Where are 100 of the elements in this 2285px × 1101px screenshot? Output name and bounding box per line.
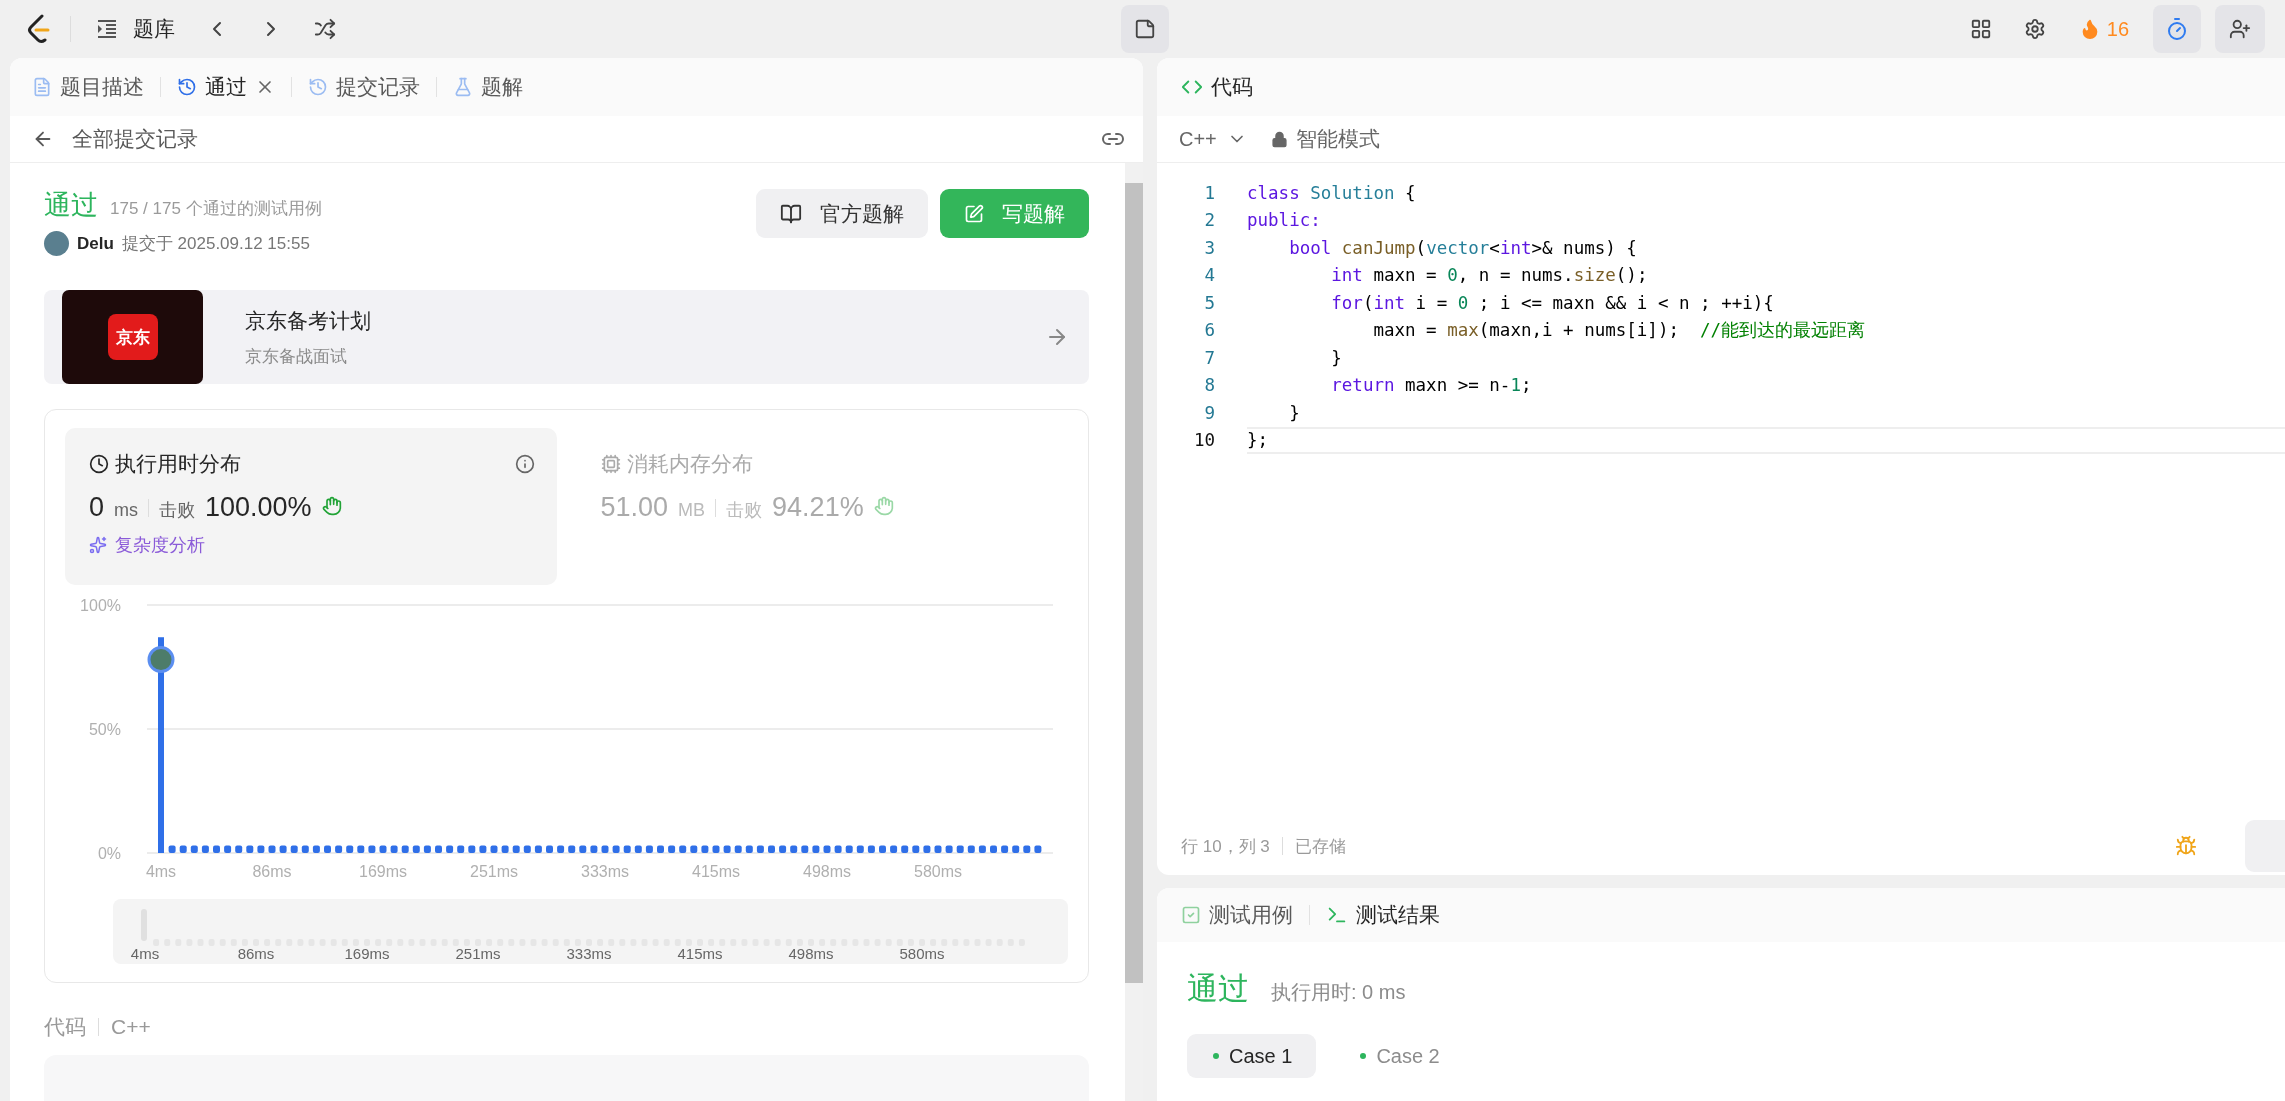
bar xyxy=(534,845,542,853)
promo-card[interactable]: 京东 京东备考计划 京东备战面试 xyxy=(44,290,1089,384)
sparkle-icon xyxy=(89,536,107,554)
bar xyxy=(634,845,642,853)
bar xyxy=(856,845,864,853)
clock-icon xyxy=(89,454,109,474)
stat-unit: MB xyxy=(678,500,706,521)
code-line: } xyxy=(1330,346,1343,370)
panel-tab[interactable]: 题解 xyxy=(449,69,527,105)
bar xyxy=(479,845,487,853)
panel-tab[interactable]: 题目描述 xyxy=(28,69,148,105)
complexity-link[interactable]: 复杂度分析 xyxy=(89,533,205,557)
bar xyxy=(168,845,176,853)
avatar xyxy=(44,231,69,256)
bar xyxy=(912,845,920,853)
info-icon[interactable] xyxy=(514,454,535,474)
code-line: public: xyxy=(1247,209,1322,233)
code-line: int maxn = 0, n = nums.size(); xyxy=(1330,264,1649,288)
save-status: 已存储 xyxy=(1294,835,1346,858)
note-button[interactable] xyxy=(1121,5,1170,53)
logo-icon[interactable] xyxy=(26,14,52,44)
axis-label: 169ms xyxy=(344,945,390,962)
bar xyxy=(812,845,820,853)
stat-value: 51.00 xyxy=(600,492,669,523)
axis-label: 100% xyxy=(80,597,121,614)
test-count: 175 / 175 个通过的测试用例 xyxy=(110,198,322,220)
axis-label: 86ms xyxy=(252,863,292,880)
language-label: C++ xyxy=(111,1015,151,1039)
bar xyxy=(601,845,609,853)
axis-label: 580ms xyxy=(914,863,962,880)
bar xyxy=(190,845,198,853)
pen-icon xyxy=(964,203,984,224)
status-text: 通过 xyxy=(44,189,98,222)
grid-icon xyxy=(1970,18,1992,40)
case-tab[interactable]: Case 1 xyxy=(1187,1034,1317,1078)
bar xyxy=(512,845,520,853)
axis-label: 333ms xyxy=(581,863,629,880)
line-number: 7 xyxy=(1203,347,1215,368)
panel-tab[interactable]: 通过 xyxy=(173,69,279,105)
lock-icon xyxy=(1270,130,1288,148)
flask-icon xyxy=(453,77,473,97)
panel-title: 代码 xyxy=(1211,74,1253,100)
official-solution-button[interactable]: 官方题解 xyxy=(756,189,928,238)
console-tab[interactable]: 测试用例 xyxy=(1177,897,1297,933)
axis-label: 4ms xyxy=(145,863,177,880)
bar xyxy=(224,845,232,853)
axis-label: 333ms xyxy=(566,945,612,962)
beat-percent: 100.00% xyxy=(205,492,312,523)
bar xyxy=(845,845,853,853)
line-number: 10 xyxy=(1192,430,1215,451)
code-line: class Solution { xyxy=(1247,181,1417,205)
stat-title: 消耗内存分布 xyxy=(626,451,754,477)
line-number: 5 xyxy=(1203,292,1215,313)
bar xyxy=(1034,845,1042,853)
language-select[interactable]: C++ xyxy=(1179,127,1247,151)
stat-value: 0 xyxy=(89,492,105,523)
bar xyxy=(523,845,531,853)
axis-label: 498ms xyxy=(788,945,834,962)
logo-badge: 京东 xyxy=(107,314,158,360)
bar xyxy=(423,845,431,853)
code-label: 代码 xyxy=(44,1014,86,1040)
axis-label: 4ms xyxy=(130,945,160,962)
back-link[interactable]: 全部提交记录 xyxy=(32,125,1085,153)
streak-count: 16 xyxy=(2106,17,2130,41)
line-number: 3 xyxy=(1203,237,1215,258)
bar xyxy=(268,845,276,853)
bar xyxy=(435,845,442,853)
bar xyxy=(1012,845,1020,853)
bar xyxy=(834,845,842,853)
add-user-button[interactable] xyxy=(2215,5,2265,53)
stat-tab[interactable]: 执行用时分布 0 ms 击败 100.00% 复杂度分析 xyxy=(65,428,557,585)
bar xyxy=(923,845,931,853)
problem-bank-button[interactable]: 题库 xyxy=(89,15,181,43)
code-line: return maxn >= n-1; xyxy=(1330,374,1533,398)
axis-label: 415ms xyxy=(677,945,723,962)
bar xyxy=(645,845,653,853)
axis-label: 251ms xyxy=(455,945,501,962)
line-number: 2 xyxy=(1203,210,1215,231)
console-tab[interactable]: 测试结果 xyxy=(1322,897,1444,933)
timer-button[interactable] xyxy=(2153,5,2201,53)
list-icon xyxy=(95,17,119,41)
axis-label: 86ms xyxy=(237,945,275,962)
bar xyxy=(978,845,986,853)
avatar-marker xyxy=(147,646,175,674)
line-number: 6 xyxy=(1203,320,1215,341)
bar xyxy=(623,845,631,853)
bar xyxy=(468,845,476,853)
axis-label: 498ms xyxy=(803,863,851,880)
user-name[interactable]: Delu xyxy=(77,233,114,254)
bar xyxy=(235,845,243,853)
mode-button[interactable]: 智能模式 xyxy=(1270,125,1380,153)
scrollbar-thumb[interactable] xyxy=(1125,183,1143,983)
bar xyxy=(668,845,676,853)
range-overview[interactable]: 4ms 86ms 169ms 251ms 333ms 415ms 498ms 580ms xyxy=(113,899,1068,964)
bar xyxy=(890,845,898,853)
panel-tab[interactable]: 提交记录 xyxy=(304,69,424,105)
axis-label: 50% xyxy=(88,721,121,738)
bar xyxy=(756,845,764,853)
bar xyxy=(879,845,886,853)
stat-unit: ms xyxy=(114,500,139,521)
